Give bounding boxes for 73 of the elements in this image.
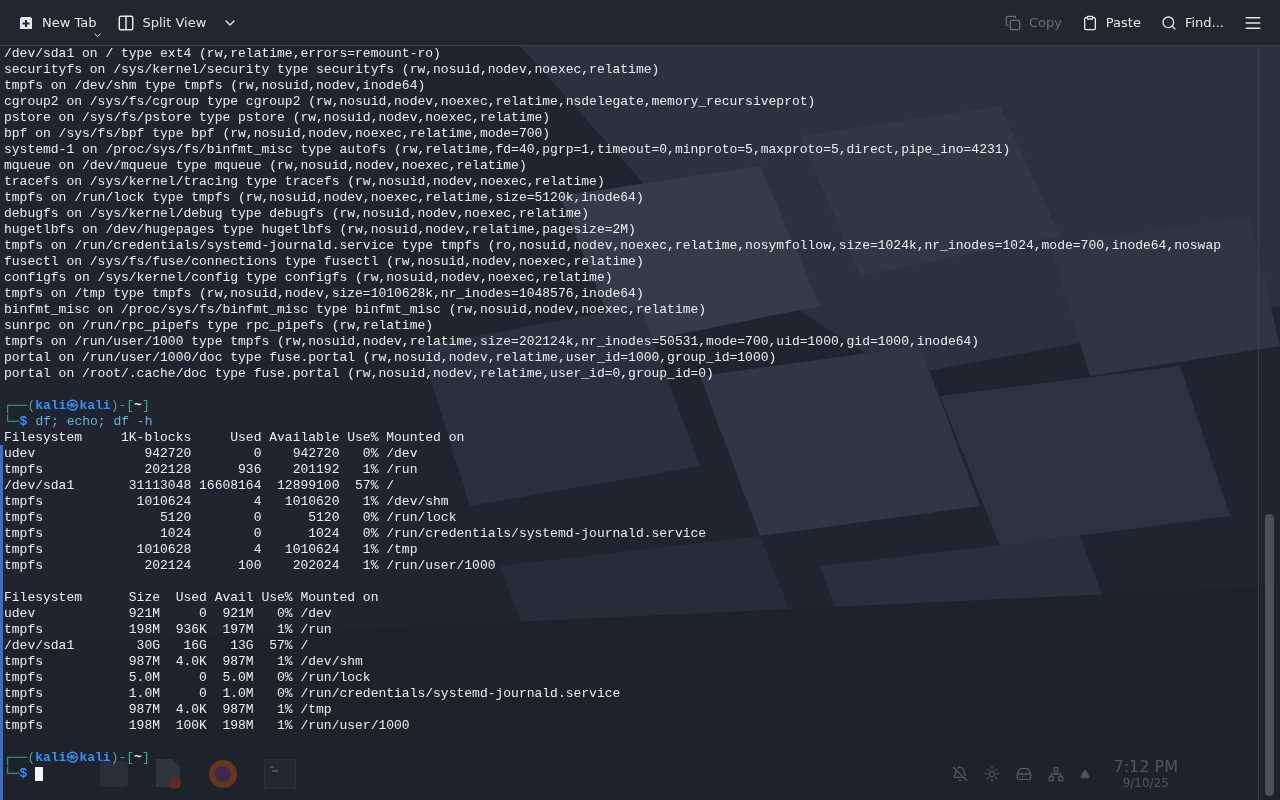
terminal-line: tracefs on /sys/kernel/tracing type tracefs (rw,nosuid,nodev,noexec,relatime) [4,174,605,190]
terminal-line: fusectl on /sys/fs/fuse/connections type fusectl (rw,nosuid,nodev,noexec,relatime) [4,254,644,270]
terminal-line: Filesystem 1K-blocks Used Available Use% Mounted on [4,430,465,446]
terminal-line: securityfs on /sys/kernel/security type securityfs (rw,nosuid,nodev,noexec,relatime) [4,62,660,78]
copy-icon [1004,14,1021,31]
find-button[interactable]: Find... [1152,5,1232,40]
document-icon[interactable] [154,759,182,789]
terminal-line: tmpfs 198M 100K 198M 1% /run/user/1000 [4,718,410,734]
terminal-line: tmpfs on /dev/shm type tmpfs (rw,nosuid,nodev,inode64) [4,78,426,94]
terminal-line: tmpfs 198M 936K 197M 1% /run [4,622,332,638]
terminal-line: tmpfs 5.0M 0 5.0M 0% /run/lock [4,670,371,686]
clipboard-icon [1081,14,1098,31]
new-tab-icon [18,14,34,31]
prompt-bracket: )-[ [110,398,135,414]
terminal-line: tmpfs on /run/lock type tmpfs (rw,nosuid,nodev,noexec,relatime,size=5120k,inode64) [4,190,644,206]
split-view-icon [116,13,135,32]
prompt-bracket: ┌──( [4,398,36,414]
terminal-line: /dev/sda1 30G 16G 13G 57% / [4,638,309,654]
brightness-icon[interactable] [983,766,1000,782]
prompt-sign: $ [19,766,28,782]
terminal-line: sunrpc on /run/rpc_pipefs type rpc_pipefs (rw,relatime) [4,318,434,334]
terminal-line: tmpfs 1010628 4 1010624 1% /tmp [4,542,418,558]
prompt-corner: └─ [4,766,20,782]
terminal-icon[interactable] [264,759,296,789]
terminal-line: systemd-1 on /proc/sys/fs/binfmt_misc type autofs (rw,relatime,fd=40,pgrp=1,timeout=0,minproto=5,maxproto=5,direct,pipe_ino=4231) [4,142,1011,158]
terminal-line: portal on /run/user/1000/doc type fuse.portal (rw,nosuid,nodev,relatime,user_id=1000,group_id=1000) [4,350,777,366]
paste-button[interactable]: Paste [1073,5,1149,40]
prompt-user-host: kali㉿kali [35,398,111,414]
terminal-line: tmpfs 1.0M 0 1.0M 0% /run/credentials/systemd-journald.service [4,686,621,702]
terminal-line: tmpfs 1024 0 1024 0% /run/credentials/systemd-journald.service [4,526,707,542]
terminal-line: mqueue on /dev/mqueue type mqueue (rw,nosuid,nodev,noexec,relatime) [4,158,527,174]
terminal-line: udev 942720 0 942720 0% /dev [4,446,418,462]
bell-off-icon[interactable] [951,766,968,782]
prompt-directory: ~ [134,398,142,414]
terminal-line: tmpfs 202128 936 201192 1% /run [4,462,418,478]
terminal-line: tmpfs 5120 0 5120 0% /run/lock [4,510,457,526]
terminal-line: cgroup2 on /sys/fs/cgroup type cgroup2 (rw,nosuid,nodev,noexec,relatime,nsdelegate,memory_recursiveprot) [4,94,816,110]
terminal-line: /dev/sda1 on / type ext4 (rw,relatime,errors=remount-ro) [4,46,441,62]
terminal-line: bpf on /sys/fs/bpf type bpf (rw,nosuid,nodev,noexec,relatime,mode=700) [4,126,551,142]
prompt-bracket: )-[ [110,750,135,766]
terminal-line: tmpfs 1010624 4 1010620 1% /dev/shm [4,494,449,510]
terminal-line: portal on /root/.cache/doc type fuse.portal (rw,nosuid,nodev,relatime,user_id=0,group_id=0) [4,366,714,382]
cursor [35,767,44,781]
command-text: df; echo; df -h [35,414,153,430]
terminal-line: hugetlbfs on /dev/hugepages type hugetlbfs (rw,nosuid,nodev,relatime,pagesize=2M) [4,222,636,238]
caret-icon [93,32,101,37]
new-tab-button[interactable]: New Tab [10,5,105,40]
terminal-line: /dev/sda1 31113048 16608164 12899100 57% / [4,478,395,494]
scrollbar-thumb[interactable] [1265,514,1274,796]
terminal-line: binfmt_misc on /proc/sys/fs/binfmt_misc type binfmt_misc (rw,nosuid,nodev,noexec,relatime) [4,302,707,318]
prompt-bracket: ] [141,398,150,414]
terminal-line: tmpfs on /run/user/1000 type tmpfs (rw,nosuid,nodev,relatime,size=202124k,nr_inodes=50531,mode=700,uid=1000,gid=1000,inode64) [4,334,980,350]
terminal-line: configfs on /sys/kernel/config type configfs (rw,nosuid,nodev,noexec,relatime) [4,270,613,286]
network-icon[interactable] [1047,766,1064,782]
terminal-line: tmpfs 987M 4.0K 987M 1% /dev/shm [4,654,363,670]
terminal-line: tmpfs on /tmp type tmpfs (rw,nosuid,nodev,size=1010628k,nr_inodes=1048576,inode64) [4,286,644,302]
prompt-bracket: ] [141,750,150,766]
prompt-bracket: ┌──( [4,750,36,766]
terminal-line: debugfs on /sys/kernel/debug type debugfs (rw,nosuid,nodev,noexec,relatime) [4,206,590,222]
terminal-line: udev 921M 0 921M 0% /dev [4,606,332,622]
split-view-button[interactable]: Split View [108,5,247,40]
prompt-corner: └─ [4,414,20,430]
terminal-line: Filesystem Size Used Avail Use% Mounted on [4,590,379,606]
terminal-line: tmpfs 987M 4.0K 987M 1% /tmp [4,702,332,718]
tray-expand-icon[interactable] [1079,769,1090,779]
search-icon [1160,14,1177,31]
prompt-directory: ~ [134,750,142,766]
drive-icon[interactable] [1015,766,1032,782]
terminal-line: tmpfs 202124 100 202024 1% /run/user/1000 [4,558,496,574]
prompt-sign: $ [19,414,28,430]
terminal-line: pstore on /sys/fs/pstore type pstore (rw,nosuid,nodev,noexec,relatime) [4,110,551,126]
prompt-user-host: kali㉿kali [35,750,111,766]
terminal-line: tmpfs on /run/credentials/systemd-journald.service type tmpfs (ro,nosuid,nodev,noexec,relatime,nosymfollow,size=1024k,nr_inodes=1024,mode=700,inode64,noswap [4,238,1221,254]
